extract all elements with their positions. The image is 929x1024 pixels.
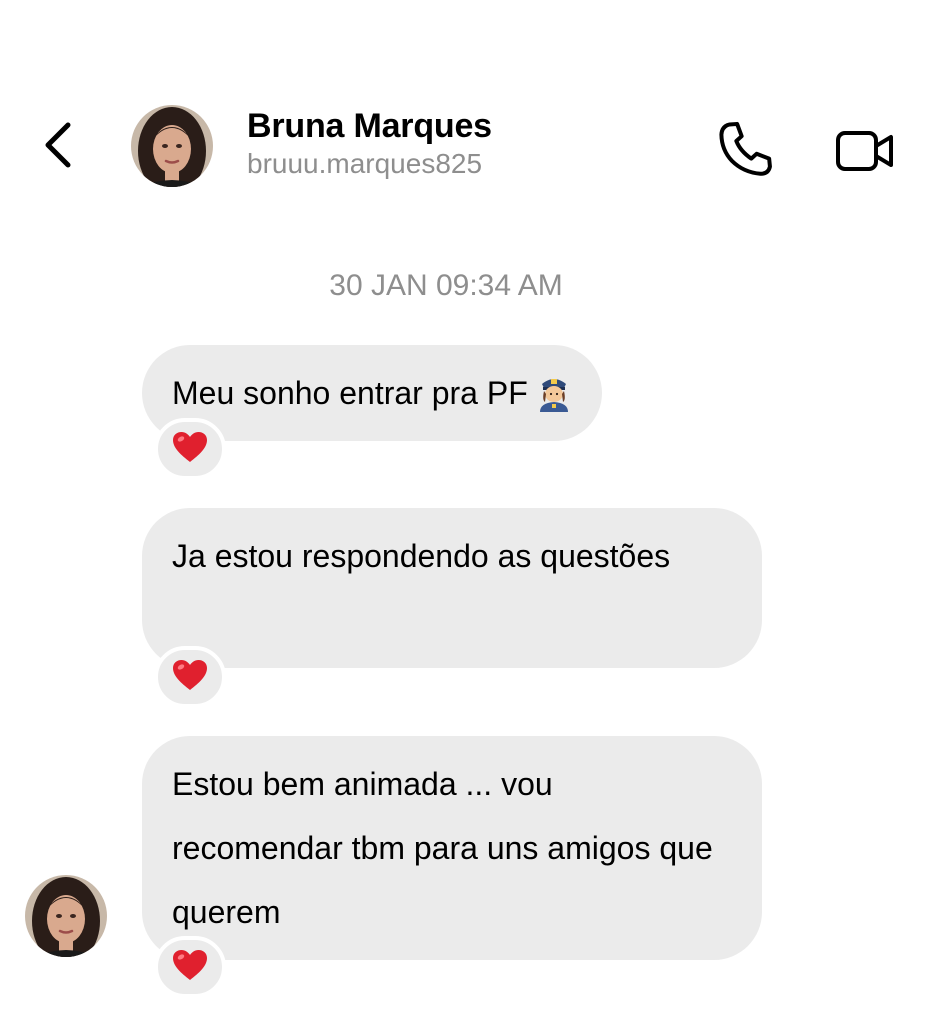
chevron-left-icon (42, 121, 74, 174)
heart-icon (171, 658, 209, 697)
message-text: Meu sonho entrar pra PF (172, 375, 528, 411)
message-timestamp: 30 JAN 09:34 AM (329, 269, 563, 302)
chat-header: Bruna Marques bruuu.marques825 (0, 0, 929, 230)
video-call-button[interactable] (828, 118, 902, 188)
contact-handle: bruuu.marques825 (247, 148, 483, 179)
back-button[interactable] (30, 115, 86, 179)
video-camera-icon (834, 127, 896, 180)
contact-info[interactable]: Bruna Marques bruuu.marques825 (247, 106, 492, 181)
message-text: Ja estou respondendo as questões (172, 538, 671, 574)
reaction-badge[interactable] (154, 936, 226, 998)
message-text: Estou bem animada ... vou recomendar tbm… (172, 766, 713, 930)
voice-call-button[interactable] (710, 114, 784, 188)
phone-icon (715, 117, 779, 186)
heart-icon (171, 430, 209, 469)
contact-name: Bruna Marques (247, 107, 492, 145)
reaction-badge[interactable] (154, 418, 226, 480)
heart-icon (171, 948, 209, 987)
message-bubble[interactable]: Ja estou respondendo as questões (142, 508, 762, 668)
message-bubble[interactable]: Estou bem animada ... vou recomendar tbm… (142, 736, 762, 960)
sender-avatar[interactable] (25, 875, 107, 957)
police-officer-woman-icon (536, 369, 572, 433)
reaction-badge[interactable] (154, 646, 226, 708)
avatar[interactable] (131, 105, 213, 187)
